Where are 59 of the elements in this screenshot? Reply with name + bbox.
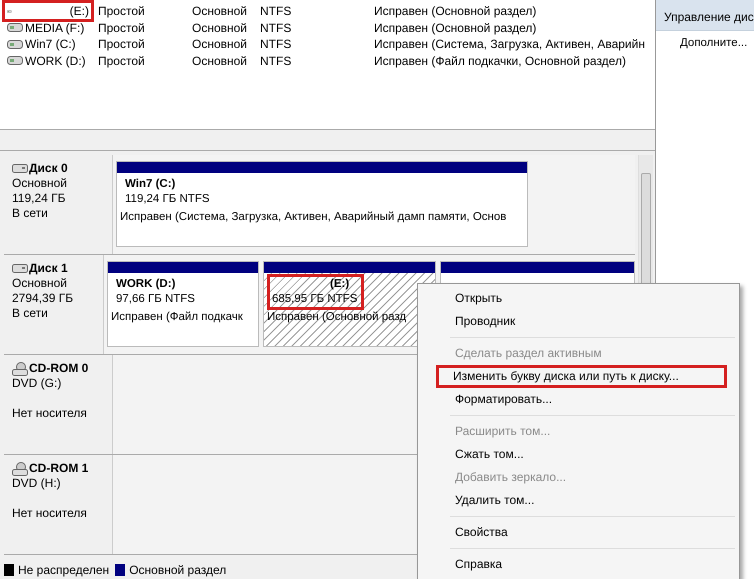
- partition-size: 685,95 ГБ NTFS: [272, 292, 358, 307]
- menu-item[interactable]: Удалить том...: [422, 489, 735, 512]
- partition-block[interactable]: WORK (D:) 97,66 ГБ NTFS Исправен (Файл подкачк: [107, 261, 259, 347]
- disk-size: 2794,39 ГБ: [12, 291, 74, 306]
- menu-item[interactable]: Изменить букву диска или путь к диску...: [436, 365, 727, 388]
- layout-cell-text: Простой: [98, 4, 146, 18]
- action-link[interactable]: Дополните...: [656, 31, 754, 49]
- menu-item[interactable]: Форматировать...: [422, 388, 735, 411]
- disk-name: Диск 0: [29, 161, 68, 176]
- layout-cell-text: Простой: [98, 54, 146, 68]
- legend-label: Основной раздел: [129, 563, 226, 577]
- menu-item[interactable]: Сжать том...: [422, 443, 735, 466]
- actions-title[interactable]: Управление дис: [656, 0, 754, 31]
- type-cell-text: Основной: [192, 54, 248, 68]
- drive-icon: [7, 23, 23, 32]
- legend-label: Не распределен: [18, 563, 110, 577]
- partition-title: Win7 (C:): [125, 177, 176, 192]
- partition-status: Исправен (Система, Загрузка, Активен, Аварийный дамп памяти, Основ: [120, 210, 508, 225]
- splitter-bar[interactable]: [0, 130, 655, 151]
- layout-cell-text: Простой: [98, 37, 146, 52]
- partition-size: 119,24 ГБ NTFS: [125, 192, 210, 207]
- partition-title: (E:): [329, 277, 350, 292]
- volume-name[interactable]: (E:): [2, 0, 94, 22]
- filesystem-cell-text: NTFS: [260, 4, 292, 18]
- status-cell-text: Исправен (Основной раздел): [374, 20, 538, 35]
- disk-status: В сети: [12, 206, 49, 221]
- filesystem-cell-text: NTFS: [260, 20, 292, 35]
- drive-icon: [7, 56, 23, 66]
- partition-title: WORK (D:): [116, 277, 176, 292]
- menu-item[interactable]: Свойства: [422, 521, 735, 544]
- partition-block[interactable]: (E:) 685,95 ГБ NTFS Исправен (Основной разд: [263, 261, 436, 347]
- disk-status: Нет носителя: [12, 406, 88, 421]
- cd-drive-icon: [12, 462, 28, 476]
- partition-size: 97,66 ГБ NTFS: [116, 292, 195, 307]
- disk-type: DVD (H:): [12, 476, 62, 491]
- disk-status: Нет носителя: [12, 506, 88, 521]
- status-cell-text: Исправен (Система, Загрузка, Активен, Аварийн: [374, 37, 646, 52]
- disk-size: 119,24 ГБ: [12, 191, 67, 206]
- disk-status: В сети: [12, 306, 49, 321]
- drive-icon: [7, 40, 23, 49]
- status-cell-text: Исправен (Файл подкачки, Основной раздел): [374, 54, 627, 68]
- disk-name: Диск 1: [29, 261, 68, 276]
- type-cell-text: Основной: [192, 20, 248, 35]
- menu-item[interactable]: Справка: [422, 553, 735, 576]
- disk-name: CD-ROM 0: [29, 361, 88, 376]
- type-cell-text: Основной: [192, 37, 248, 52]
- partition-status: Исправен (Основной разд: [267, 310, 408, 325]
- partition-status: Исправен (Файл подкачк: [111, 310, 244, 325]
- filesystem-cell-text: NTFS: [260, 54, 292, 68]
- filesystem-cell-text: NTFS: [260, 37, 292, 52]
- cd-drive-icon: [12, 362, 28, 376]
- disk-type: Основной: [12, 276, 68, 291]
- status-cell-text: Исправен (Основной раздел): [374, 4, 538, 18]
- disk-type: Основной: [12, 176, 68, 191]
- disk-name: CD-ROM 1: [29, 461, 88, 476]
- type-cell-text: Основной: [192, 4, 248, 18]
- partition-block[interactable]: Win7 (C:) 119,24 ГБ NTFS Исправен (Система, Загрузка, Активен, Аварийный дамп памяти, Основ: [116, 161, 528, 247]
- layout-cell-text: Простой: [98, 20, 146, 35]
- disk-type: DVD (G:): [12, 376, 62, 391]
